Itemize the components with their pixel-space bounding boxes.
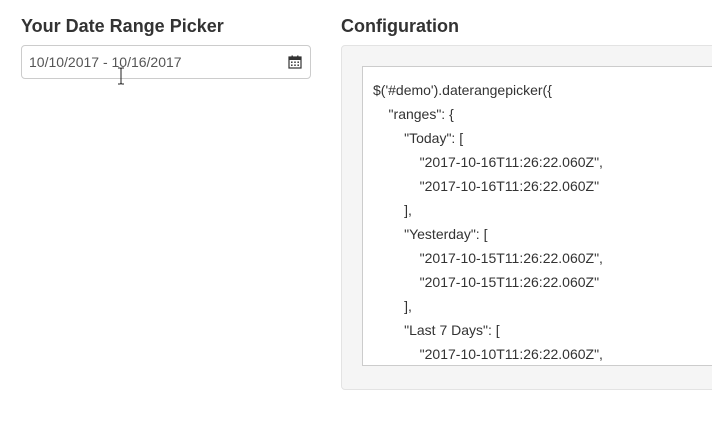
code-line: "2017-10-15T11:26:22.060Z": [373, 274, 600, 290]
code-line: "2017-10-10T11:26:22.060Z",: [373, 346, 603, 362]
code-line: ],: [373, 202, 412, 218]
date-range-input[interactable]: [22, 46, 282, 78]
code-line: "2017-10-16T11:26:22.060Z": [373, 178, 600, 194]
date-range-field[interactable]: [21, 45, 311, 79]
code-line: "2017-10-15T11:26:22.060Z",: [373, 250, 603, 266]
calendar-icon[interactable]: [288, 55, 302, 69]
page: Your Date Range Picker 10/10/2017 - 10/1…: [0, 0, 712, 445]
config-heading: Configuration: [341, 16, 459, 36]
code-line: "Yesterday": [: [373, 226, 488, 242]
text-cursor-icon: [117, 67, 125, 85]
code-line: ],: [373, 298, 412, 314]
code-line: $('#demo').daterangepicker({: [373, 82, 552, 98]
config-code-textarea[interactable]: $('#demo').daterangepicker({ "ranges": {…: [362, 66, 712, 366]
code-line: "ranges": {: [373, 106, 454, 122]
code-line: "Last 7 Days": [: [373, 322, 500, 338]
config-code: $('#demo').daterangepicker({ "ranges": {…: [373, 78, 603, 365]
config-well: $('#demo').daterangepicker({ "ranges": {…: [341, 45, 712, 390]
code-line: "Today": [: [373, 130, 464, 146]
picker-heading: Your Date Range Picker: [21, 16, 224, 36]
code-line: "2017-10-16T11:26:22.060Z",: [373, 154, 603, 170]
